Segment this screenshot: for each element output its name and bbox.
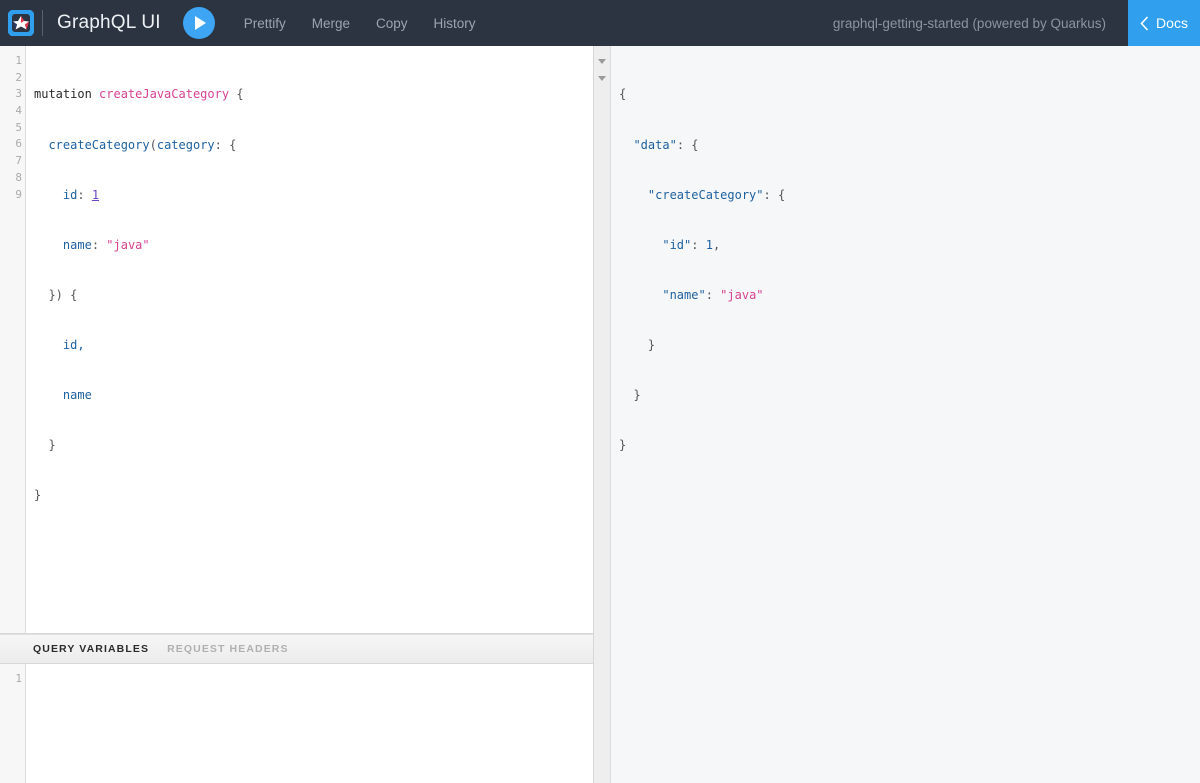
token-brace: } xyxy=(633,388,641,403)
token-name-key: "name" xyxy=(662,287,706,302)
chevron-left-icon xyxy=(1140,15,1149,31)
line-number: 6 xyxy=(15,137,22,151)
result-pane: { "data": { "createCategory": { "id": 1,… xyxy=(594,46,1200,783)
result-line: "id": 1, xyxy=(619,237,1200,254)
token-selection-id: id, xyxy=(62,337,85,352)
token-paren: ( xyxy=(149,137,157,152)
logo-container xyxy=(0,10,42,36)
result-line: } xyxy=(619,387,1200,404)
result-line: "name": "java" xyxy=(619,287,1200,304)
fold-triangle-icon[interactable] xyxy=(598,75,606,81)
token-data-key: "data" xyxy=(633,137,677,152)
line-number: 3 xyxy=(15,87,22,101)
token-keyword: mutation xyxy=(34,87,92,102)
result-line: } xyxy=(619,437,1200,454)
copy-button[interactable]: Copy xyxy=(363,10,421,37)
line-number: 1 xyxy=(15,671,22,685)
token-selection-name: name xyxy=(62,387,92,402)
graphiql-app: GraphQL UI Prettify Merge Copy History g… xyxy=(0,0,1200,783)
token-close: }) { xyxy=(48,287,78,302)
execute-query-button[interactable] xyxy=(182,7,215,39)
token-create-key: "createCategory" xyxy=(647,187,764,202)
token-id-key: "id" xyxy=(662,237,692,252)
page-title: GraphQL UI xyxy=(57,12,161,33)
play-icon xyxy=(194,16,206,30)
token-colon: : { xyxy=(763,187,786,202)
code-line: name: "java" xyxy=(34,237,593,254)
token-operation-name: createJavaCategory xyxy=(99,87,230,102)
docs-button[interactable]: Docs xyxy=(1128,0,1200,46)
toolbar: GraphQL UI Prettify Merge Copy History g… xyxy=(0,0,1200,46)
variables-gutter: 1 xyxy=(0,663,26,783)
line-number: 1 xyxy=(15,54,22,67)
token-arg: category xyxy=(156,137,215,152)
endpoint-label: graphql-getting-started (powered by Quar… xyxy=(832,15,1106,31)
result-line: "createCategory": { xyxy=(619,187,1200,204)
title-divider xyxy=(42,10,43,36)
token-colon: : { xyxy=(676,137,699,152)
docs-button-label: Docs xyxy=(1156,15,1188,31)
quarkus-logo-icon xyxy=(8,10,34,36)
line-number: 2 xyxy=(15,70,22,84)
token-colon: : { xyxy=(214,137,237,152)
token-brace: } xyxy=(48,438,56,453)
token-field: createCategory xyxy=(48,137,150,152)
history-button[interactable]: History xyxy=(421,10,489,37)
token-comma: , xyxy=(712,237,721,252)
token-colon: : xyxy=(77,187,92,202)
merge-button[interactable]: Merge xyxy=(299,10,363,37)
line-number: 9 xyxy=(15,187,22,201)
variables-code[interactable] xyxy=(26,664,593,783)
result-line-gutter xyxy=(594,70,610,87)
code-line: }) { xyxy=(34,287,593,304)
code-line: } xyxy=(34,487,593,504)
variables-editor[interactable]: 1 xyxy=(0,663,593,783)
line-number: 4 xyxy=(15,104,22,118)
fold-triangle-icon[interactable] xyxy=(598,59,606,64)
editor-split: 1 2 3 4 5 6 7 8 9 mutation createJavaCat… xyxy=(0,46,1200,783)
result-line-gutter xyxy=(594,53,610,70)
token-colon: : xyxy=(705,287,721,302)
code-line: } xyxy=(34,437,593,454)
code-line: name xyxy=(34,387,593,404)
token-brace: } xyxy=(619,438,627,453)
token-id-field: id xyxy=(62,187,78,202)
line-number: 5 xyxy=(15,120,22,134)
result-line: "data": { xyxy=(619,137,1200,154)
token-id-value: 1 xyxy=(705,237,713,252)
result-code: { "data": { "createCategory": { "id": 1,… xyxy=(611,46,1200,783)
result-line: } xyxy=(619,337,1200,354)
token-name-field: name xyxy=(62,237,92,252)
query-gutter: 1 2 3 4 5 6 7 8 9 xyxy=(0,46,26,633)
code-line: createCategory(category: { xyxy=(34,137,593,154)
token-brace: { xyxy=(619,87,627,102)
result-gutter xyxy=(594,46,611,783)
code-line: mutation createJavaCategory { xyxy=(34,86,593,103)
code-line: id: 1 xyxy=(34,187,593,204)
code-line: id, xyxy=(34,337,593,354)
line-number: 8 xyxy=(15,170,22,184)
token-name-value: "java" xyxy=(720,287,764,302)
query-editor[interactable]: 1 2 3 4 5 6 7 8 9 mutation createJavaCat… xyxy=(0,46,593,634)
token-brace: { xyxy=(236,87,244,102)
variables-tab-bar: QUERY VARIABLES REQUEST HEADERS xyxy=(0,633,593,664)
token-colon: : xyxy=(91,237,107,252)
tab-request-headers[interactable]: REQUEST HEADERS xyxy=(167,643,289,655)
left-pane: 1 2 3 4 5 6 7 8 9 mutation createJavaCat… xyxy=(0,46,594,783)
token-brace: } xyxy=(34,488,42,503)
tab-query-variables[interactable]: QUERY VARIABLES xyxy=(33,643,149,655)
line-number: 7 xyxy=(15,154,22,168)
token-brace: } xyxy=(647,337,656,352)
prettify-button[interactable]: Prettify xyxy=(231,10,299,37)
token-colon: : xyxy=(691,237,706,252)
token-id-value: 1 xyxy=(91,187,100,202)
result-line: { xyxy=(619,86,1200,103)
query-code[interactable]: mutation createJavaCategory { createCate… xyxy=(26,46,593,633)
token-name-value: "java" xyxy=(106,237,150,252)
